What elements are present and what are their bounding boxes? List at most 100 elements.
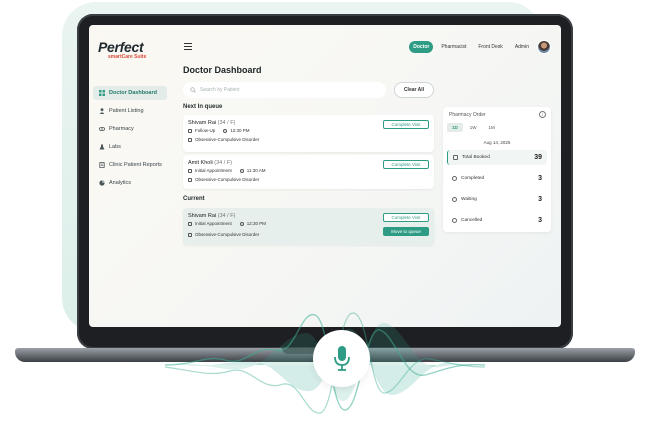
diagnosis: Obsessive-Compulsive Disorder bbox=[195, 232, 260, 237]
visit-type: Initial Appointment bbox=[195, 168, 232, 173]
clock-icon bbox=[239, 168, 244, 173]
search-icon bbox=[190, 87, 196, 93]
sidebar-item-label: Pharmacy bbox=[109, 126, 134, 132]
sidebar-item-patient-listing[interactable]: Patient Listing bbox=[93, 104, 167, 118]
stat-total-booked: Total Booked 39 bbox=[447, 150, 547, 165]
visit-time: 12:30 PM bbox=[246, 221, 267, 226]
stage: Perfect smartCare Suite Doctor Dashboard… bbox=[0, 0, 650, 424]
logo-brand: Perfect bbox=[98, 39, 144, 55]
pie-chart-icon bbox=[99, 180, 105, 186]
nav-admin[interactable]: Admin bbox=[511, 41, 533, 53]
avatar[interactable] bbox=[537, 40, 551, 54]
patient-name: Amit Kholi (34 / F) bbox=[188, 160, 232, 166]
calendar-icon bbox=[188, 168, 192, 173]
tab-1d[interactable]: 1D bbox=[447, 123, 463, 132]
page-title: Doctor Dashboard bbox=[183, 65, 262, 75]
move-to-queue-button[interactable]: Move to queue bbox=[383, 227, 429, 236]
clock-icon bbox=[239, 221, 244, 226]
visit-type: Follow-Up bbox=[195, 128, 216, 133]
stat-value: 39 bbox=[534, 154, 542, 161]
visit-row: Initial Appointment 11:30 AM bbox=[188, 168, 265, 173]
sidebar-item-doctor-dashboard[interactable]: Doctor Dashboard bbox=[93, 86, 167, 100]
logo: Perfect smartCare Suite bbox=[98, 40, 162, 64]
stat-label: Cancelled bbox=[461, 218, 483, 223]
sidebar-item-labs[interactable]: Labs bbox=[93, 140, 167, 154]
diagnosis-icon bbox=[188, 177, 192, 182]
complete-visit-button[interactable]: Complete Visit bbox=[383, 213, 429, 222]
logo-tagline: smartCare Suite bbox=[108, 54, 147, 60]
patient-name-text: Shivam Rai bbox=[188, 213, 217, 219]
sidebar-item-analytics[interactable]: Analytics bbox=[93, 176, 167, 190]
stat-completed: Completed 3 bbox=[447, 171, 547, 186]
diagnosis-row: Obsessive-Compulsive Disorder bbox=[188, 177, 259, 182]
stat-waiting: Waiting 3 bbox=[447, 192, 547, 207]
diagnosis-row: Obsessive-Compulsive Disorder bbox=[188, 137, 259, 142]
visit-time: 11:30 AM bbox=[246, 168, 266, 173]
current-heading: Current bbox=[183, 196, 205, 202]
flask-icon bbox=[99, 144, 105, 150]
visit-row: Initial Appointment 12:30 PM bbox=[188, 221, 266, 226]
search-input[interactable]: Search by Patient bbox=[183, 82, 386, 98]
microphone-button[interactable] bbox=[313, 330, 370, 387]
queue-card: Shivam Rai (34 / F) Follow-Up 12:30 PM O… bbox=[183, 115, 434, 152]
calendar-icon bbox=[188, 128, 192, 133]
clock-icon bbox=[223, 128, 228, 133]
calendar-icon bbox=[188, 221, 192, 226]
sidebar: Perfect smartCare Suite Doctor Dashboard… bbox=[89, 25, 169, 327]
patient-name: Shivam Rai (34 / F) bbox=[188, 213, 235, 219]
sidebar-item-label: Analytics bbox=[109, 180, 132, 186]
complete-visit-button[interactable]: Complete Visit bbox=[383, 120, 429, 129]
clock-icon bbox=[452, 197, 457, 202]
cancel-icon bbox=[452, 218, 457, 223]
current-card: Shivam Rai (34 / F) Initial Appointment … bbox=[183, 208, 434, 245]
pill-icon bbox=[99, 127, 105, 131]
tab-1m[interactable]: 1M bbox=[484, 123, 500, 132]
check-icon bbox=[452, 176, 457, 181]
stat-cancelled: Cancelled 3 bbox=[447, 213, 547, 228]
stat-value: 3 bbox=[538, 217, 542, 224]
diagnosis: Obsessive-Compulsive Disorder bbox=[195, 137, 260, 142]
calendar-icon bbox=[453, 155, 458, 160]
nav-front-desk[interactable]: Front Desk bbox=[474, 41, 506, 53]
stat-label: Completed bbox=[461, 176, 485, 181]
user-icon bbox=[99, 108, 105, 114]
pharmacy-order-panel: Pharmacy Order i 1D 1W 1M Aug 14, 2025 T… bbox=[443, 107, 551, 232]
top-nav: Doctor Pharmacist Front Desk Admin bbox=[409, 40, 551, 54]
patient-meta: (34 / F) bbox=[214, 160, 233, 166]
nav-doctor[interactable]: Doctor bbox=[409, 41, 434, 53]
period-tabs: 1D 1W 1M bbox=[447, 123, 500, 132]
queue-heading: Next In queue bbox=[183, 104, 223, 110]
tab-1w[interactable]: 1W bbox=[465, 123, 482, 132]
diagnosis-icon bbox=[188, 232, 192, 237]
queue-card: Amit Kholi (34 / F) Initial Appointment … bbox=[183, 155, 434, 189]
stat-label: Waiting bbox=[461, 197, 477, 202]
nav-pharmacist[interactable]: Pharmacist bbox=[437, 41, 470, 53]
grid-icon bbox=[99, 90, 105, 96]
patient-meta: (34 / F) bbox=[217, 213, 236, 219]
patient-meta: (34 / F) bbox=[217, 120, 236, 126]
sidebar-item-label: Patient Listing bbox=[109, 108, 144, 114]
complete-visit-button[interactable]: Complete Visit bbox=[383, 160, 429, 169]
sidebar-item-label: Doctor Dashboard bbox=[109, 90, 157, 96]
diagnosis: Obsessive-Compulsive Disorder bbox=[195, 177, 260, 182]
stat-label: Total Booked bbox=[462, 155, 490, 160]
sidebar-item-label: Labs bbox=[109, 144, 121, 150]
stat-value: 3 bbox=[538, 196, 542, 203]
patient-name-text: Shivam Rai bbox=[188, 120, 217, 126]
clear-all-button[interactable]: Clear All bbox=[394, 82, 434, 98]
diagnosis-icon bbox=[188, 137, 192, 142]
diagnosis-row: Obsessive-Compulsive Disorder bbox=[188, 232, 259, 237]
stat-value: 3 bbox=[538, 175, 542, 182]
microphone-icon bbox=[333, 345, 350, 371]
sidebar-item-label: Clinic Patient Reports bbox=[109, 162, 162, 168]
info-icon[interactable]: i bbox=[539, 111, 546, 118]
menu-icon[interactable] bbox=[184, 43, 192, 50]
patient-name-text: Amit Kholi bbox=[188, 160, 213, 166]
visit-row: Follow-Up 12:30 PM bbox=[188, 128, 250, 133]
patient-name: Shivam Rai (34 / F) bbox=[188, 120, 235, 126]
report-icon bbox=[99, 162, 105, 168]
sidebar-item-pharmacy[interactable]: Pharmacy bbox=[93, 122, 167, 136]
app-screen: Perfect smartCare Suite Doctor Dashboard… bbox=[89, 25, 561, 327]
panel-date: Aug 14, 2025 bbox=[483, 140, 511, 145]
sidebar-item-clinic-patient-reports[interactable]: Clinic Patient Reports bbox=[93, 158, 167, 172]
